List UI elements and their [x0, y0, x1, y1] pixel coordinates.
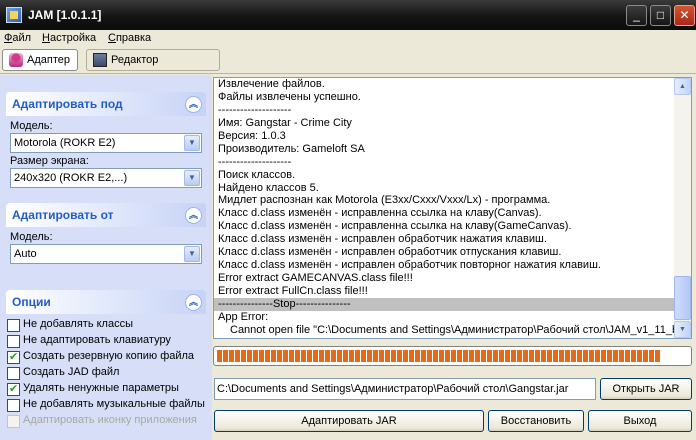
log-line: Производитель: Gameloft SA — [218, 142, 365, 155]
restore-button[interactable]: Восстановить — [488, 410, 584, 432]
log-line: ---------------Stop--------------- — [214, 297, 675, 311]
log-lines: Извлечение файлов. Файлы извлечены успешн… — [214, 78, 675, 338]
option-label: Не добавлять музыкальные файлы — [23, 398, 205, 410]
collapse-chevron-icon[interactable]: ︽ — [185, 294, 202, 311]
checkbox[interactable] — [7, 335, 20, 348]
checkbox-checked[interactable] — [7, 382, 20, 397]
option-adapt-icon: Адаптировать иконку приложения — [6, 413, 206, 429]
scroll-thumb[interactable] — [674, 276, 691, 320]
open-jar-button[interactable]: Открыть JAR — [600, 378, 692, 400]
target-model-select[interactable]: Motorola (ROKR E2) ▼ — [10, 133, 202, 153]
left-panel: Адаптировать под ︽ Модель: Motorola (ROK… — [0, 75, 212, 440]
option-label: Не добавлять классы — [23, 318, 133, 330]
exit-button[interactable]: Выход — [588, 410, 692, 432]
option-no-add-classes[interactable]: Не добавлять классы — [6, 317, 206, 333]
log-line: -------------------- — [218, 155, 292, 168]
checkbox[interactable] — [7, 367, 20, 380]
log-output[interactable]: Извлечение файлов. Файлы извлечены успешн… — [213, 77, 692, 339]
dropdown-arrow-icon[interactable]: ▼ — [184, 135, 200, 151]
app-icon — [6, 7, 22, 23]
log-line: Имя: Gangstar - Crime City — [218, 116, 352, 129]
menu-bar: Файл Настройка Справка — [0, 30, 696, 46]
adapt-from-body: Модель: Auto ▼ — [6, 227, 206, 266]
log-line: Мидлет распознан как Motorola (E3xx/Cxxx… — [218, 194, 551, 207]
options-title: Опции — [12, 295, 51, 309]
menu-settings[interactable]: Настройка — [42, 32, 96, 44]
option-no-adapt-keyboard[interactable]: Не адаптировать клавиатуру — [6, 333, 206, 349]
minimize-button[interactable]: _ — [626, 5, 647, 26]
dropdown-arrow-icon[interactable]: ▼ — [184, 170, 200, 186]
checkbox-disabled — [7, 415, 20, 428]
options-body: Не добавлять классы Не адаптировать клав… — [6, 314, 206, 429]
progress-bar — [213, 346, 692, 366]
screen-size-value: 240x320 (ROKR E2,...) — [14, 172, 128, 184]
tab-adapter[interactable]: Адаптер — [2, 49, 78, 71]
monitor-icon — [93, 53, 107, 67]
close-button[interactable]: ✕ — [674, 5, 695, 26]
log-line: Версия: 1.0.3 — [218, 129, 286, 142]
checkbox[interactable] — [7, 399, 20, 412]
model-label: Модель: — [10, 120, 53, 132]
screen-size-select[interactable]: 240x320 (ROKR E2,...) ▼ — [10, 168, 202, 188]
adapter-icon — [9, 53, 23, 67]
log-line: -------------------- — [218, 103, 292, 116]
log-line: Класс d.class изменён - исправленна ссыл… — [218, 220, 572, 233]
source-model-select[interactable]: Auto ▼ — [10, 244, 202, 264]
log-line: Cannot open file "C:\Documents and Setti… — [230, 323, 675, 336]
scroll-up-icon[interactable]: ▲ — [674, 78, 691, 95]
scroll-down-icon[interactable]: ▼ — [674, 321, 691, 338]
maximize-button[interactable]: □ — [650, 5, 671, 26]
log-scrollbar[interactable]: ▲ ▼ — [674, 78, 691, 338]
adapt-to-header[interactable]: Адаптировать под ︽ — [6, 92, 206, 116]
source-model-label: Модель: — [10, 231, 53, 243]
tab-strip: Адаптер Редактор MANIFEST.MF — [0, 46, 696, 87]
tab-adapter-label: Адаптер — [27, 54, 70, 66]
dropdown-arrow-icon[interactable]: ▼ — [184, 246, 200, 262]
option-label: Создать JAD файл — [23, 366, 120, 378]
collapse-chevron-icon[interactable]: ︽ — [185, 207, 202, 224]
log-line: Error extract FullCn.class file!!! — [218, 285, 368, 297]
adapt-to-title: Адаптировать под — [12, 97, 123, 111]
adapt-from-title: Адаптировать от — [12, 208, 114, 222]
source-model-value: Auto — [14, 248, 37, 260]
log-line: Error extract GAMECANVAS.class file!!! — [218, 272, 413, 285]
log-line: Класс d.class изменён - исправленна ссыл… — [218, 207, 542, 220]
adapt-from-group: Адаптировать от ︽ Модель: Auto ▼ — [6, 203, 206, 273]
options-group: Опции ︽ Не добавлять классы Не адаптиров… — [6, 290, 206, 435]
tab-manifest-editor[interactable]: Редактор MANIFEST.MF — [86, 49, 220, 87]
options-header[interactable]: Опции ︽ — [6, 290, 206, 314]
option-create-backup[interactable]: Создать резервную копию файла — [6, 349, 206, 365]
log-line: Класс d.class изменён - исправлен обрабо… — [218, 259, 601, 272]
window-title: JAM [1.0.1.1] — [28, 8, 102, 22]
option-no-add-music[interactable]: Не добавлять музыкальные файлы — [6, 397, 206, 413]
option-label: Создать резервную копию файла — [23, 350, 195, 362]
log-line: Класс d.class изменён - исправлен обрабо… — [218, 233, 547, 246]
log-line: App Error: — [218, 310, 269, 323]
jar-path-field[interactable]: C:\Documents and Settings\Администратор\… — [214, 378, 596, 400]
option-remove-unneeded-params[interactable]: Удалять ненужные параметры — [6, 381, 206, 397]
screen-size-label: Размер экрана: — [10, 155, 89, 167]
adapt-from-header[interactable]: Адаптировать от ︽ — [6, 203, 206, 227]
title-bar: JAM [1.0.1.1] _ □ ✕ — [0, 0, 696, 30]
adapt-jar-button[interactable]: Адаптировать JAR — [214, 410, 484, 432]
collapse-chevron-icon[interactable]: ︽ — [185, 96, 202, 113]
log-line: Найдено классов 5. — [218, 181, 319, 194]
adapt-to-group: Адаптировать под ︽ Модель: Motorola (ROK… — [6, 92, 206, 190]
log-line: Поиск классов. — [218, 168, 296, 181]
option-label: Удалять ненужные параметры — [23, 382, 179, 394]
log-line: Извлечение файлов. — [218, 78, 325, 90]
adapt-to-body: Модель: Motorola (ROKR E2) ▼ Размер экра… — [6, 116, 206, 190]
log-line: Файлы извлечены успешно. — [218, 90, 361, 103]
option-label: Адаптировать иконку приложения — [23, 414, 197, 426]
checkbox[interactable] — [7, 319, 20, 332]
menu-file[interactable]: Файл — [4, 32, 31, 44]
target-model-value: Motorola (ROKR E2) — [14, 137, 116, 149]
progress-fill — [217, 350, 660, 362]
menu-help[interactable]: Справка — [108, 32, 151, 44]
log-line: Класс d.class изменён - исправлен обрабо… — [218, 246, 562, 259]
option-label: Не адаптировать клавиатуру — [23, 334, 171, 346]
checkbox-checked[interactable] — [7, 350, 20, 365]
option-create-jad[interactable]: Создать JAD файл — [6, 365, 206, 381]
